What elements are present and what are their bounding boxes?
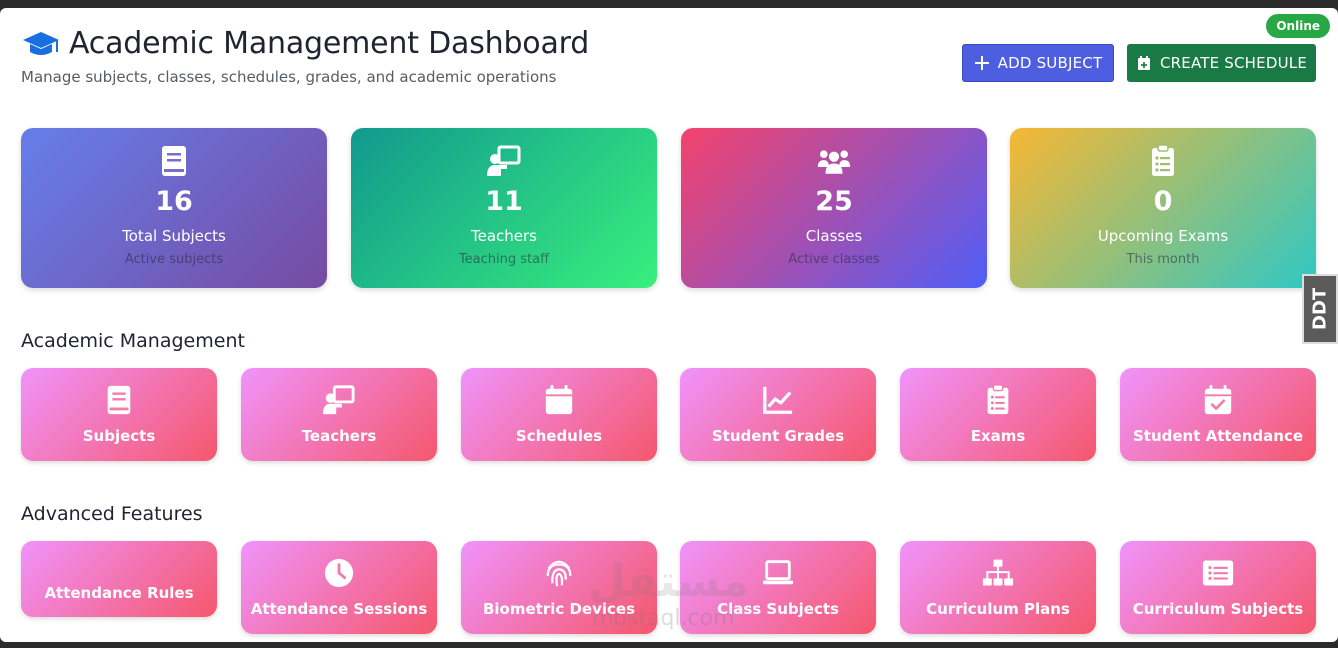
watermark-latin: mostaql.com: [592, 606, 735, 631]
stat-label: Classes: [805, 227, 863, 245]
tile-attendance-sessions[interactable]: Attendance Sessions: [241, 541, 437, 634]
side-floating-tab[interactable]: DDT: [1302, 274, 1338, 344]
calendar-plus-icon: [1138, 56, 1150, 70]
clipboard-list-icon: [987, 384, 1009, 415]
tile-teachers[interactable]: Teachers: [241, 368, 437, 461]
tile-label: Teachers: [301, 427, 377, 445]
tile-label: Subjects: [82, 427, 156, 445]
tile-label: Exams: [970, 427, 1026, 445]
fingerprint-icon: [546, 560, 572, 587]
calendar-check-icon: [1204, 384, 1232, 415]
tile-label: Attendance Sessions: [250, 600, 428, 618]
laptop-icon: [762, 560, 794, 585]
tile-label: Student Attendance: [1132, 427, 1304, 445]
page-subtitle: Manage subjects, classes, schedules, gra…: [21, 68, 557, 86]
chalkboard-teacher-icon: [323, 385, 355, 415]
add-subject-button[interactable]: ADD SUBJECT: [962, 44, 1114, 82]
tile-label: Schedules: [515, 427, 603, 445]
tile-subjects[interactable]: Subjects: [21, 368, 217, 461]
stat-card-classes: 25 Classes Active classes: [681, 128, 987, 288]
graduation-cap-icon: [23, 31, 59, 55]
tile-attendance-rules[interactable]: Attendance Rules: [21, 541, 217, 617]
tile-label: Attendance Rules: [44, 584, 194, 602]
book-icon: [107, 385, 131, 415]
stat-card-upcoming-exams: 0 Upcoming Exams This month: [1010, 128, 1316, 288]
stat-value: 11: [485, 186, 523, 217]
page-title: Academic Management Dashboard: [69, 26, 590, 61]
plus-icon: [974, 56, 989, 70]
dashboard-page: Academic Management Dashboard Manage sub…: [0, 8, 1338, 642]
section-title-advanced: Advanced Features: [21, 503, 203, 525]
stat-label: Total Subjects: [122, 227, 226, 245]
create-schedule-label: CREATE SCHEDULE: [1160, 54, 1307, 72]
stat-label: Upcoming Exams: [1097, 227, 1229, 245]
section-title-academic: Academic Management: [21, 330, 245, 352]
tile-exams[interactable]: Exams: [900, 368, 1096, 461]
status-badge: Online: [1266, 14, 1330, 38]
tile-label: Curriculum Subjects: [1132, 600, 1304, 618]
users-icon: [817, 150, 851, 174]
stat-sublabel: Teaching staff: [458, 252, 550, 267]
stat-card-total-subjects: 16 Total Subjects Active subjects: [21, 128, 327, 288]
tile-schedules[interactable]: Schedules: [461, 368, 657, 461]
stat-card-teachers: 11 Teachers Teaching staff: [351, 128, 657, 288]
add-subject-label: ADD SUBJECT: [997, 54, 1103, 72]
stat-sublabel: Active classes: [788, 252, 880, 267]
tile-label: Student Grades: [711, 427, 845, 445]
tile-curriculum-plans[interactable]: Curriculum Plans: [900, 541, 1096, 634]
tile-student-grades[interactable]: Student Grades: [680, 368, 876, 461]
clipboard-list-icon: [1152, 144, 1174, 176]
stat-sublabel: Active subjects: [124, 252, 224, 267]
calendar-icon: [545, 384, 573, 415]
stat-sublabel: This month: [1126, 252, 1200, 267]
chalkboard-teacher-icon: [487, 145, 521, 176]
stat-value: 16: [155, 186, 193, 217]
clock-icon: [324, 558, 354, 588]
stat-value: 25: [815, 186, 853, 217]
tile-curriculum-subjects[interactable]: Curriculum Subjects: [1120, 541, 1316, 634]
tile-student-attendance[interactable]: Student Attendance: [1120, 368, 1316, 461]
chart-line-icon: [763, 386, 793, 414]
book-icon: [162, 146, 186, 176]
tile-label: Curriculum Plans: [926, 600, 1070, 618]
stat-value: 0: [1153, 186, 1173, 217]
sitemap-icon: [982, 559, 1014, 586]
list-icon: [1202, 560, 1234, 586]
create-schedule-button[interactable]: CREATE SCHEDULE: [1127, 44, 1316, 82]
page-header: Academic Management Dashboard: [21, 26, 589, 61]
stat-label: Teachers: [471, 227, 537, 245]
